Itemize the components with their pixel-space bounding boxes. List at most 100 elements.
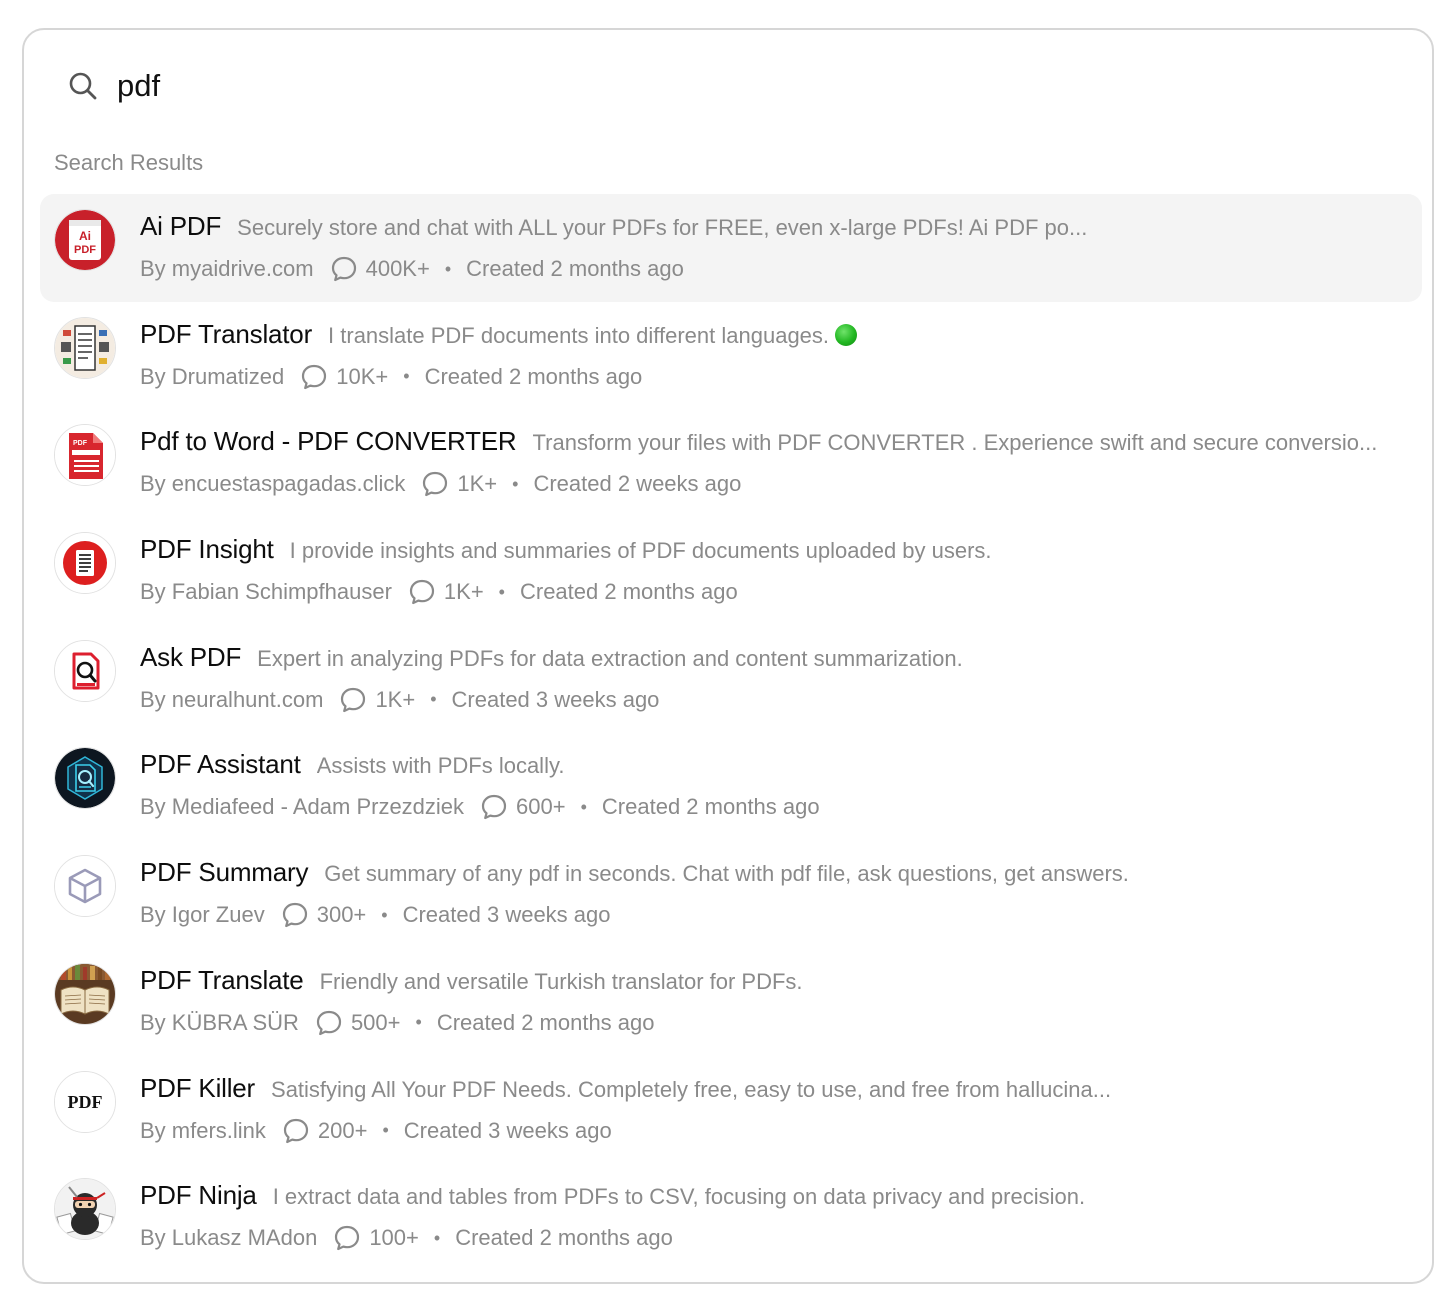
result-description: Assists with PDFs locally. [316, 753, 565, 779]
result-item-ai-pdf[interactable]: Ai PDF Ai PDF Securely store and chat wi… [40, 194, 1422, 302]
result-author: By Mediafeed - Adam Przezdziek [140, 794, 465, 820]
result-item-pdf-killer[interactable]: PDF PDF Killer Satisfying All Your PDF N… [40, 1056, 1422, 1164]
conversation-count: 100+ [369, 1225, 419, 1251]
result-item-pdf-translator[interactable]: PDF Translator I translate PDF documents… [40, 302, 1422, 410]
created-date: Created 2 months ago [436, 1009, 655, 1035]
result-item-pdf-summary[interactable]: PDF Summary Get summary of any pdf in se… [40, 840, 1422, 948]
result-item-pdf-converter[interactable]: PDF Pdf to Word - PDF CONVERTER Transfor… [40, 409, 1422, 517]
result-description: Get summary of any pdf in seconds. Chat … [324, 861, 1129, 887]
result-author: By encuestaspagadas.click [140, 471, 406, 497]
chat-bubble-icon [480, 793, 508, 821]
result-author: By KÜBRA SÜR [140, 1009, 299, 1035]
result-description: Transform your files with PDF CONVERTER … [532, 430, 1378, 456]
search-input[interactable] [117, 68, 717, 104]
result-item-pdf-assistant[interactable]: PDF Assistant Assists with PDFs locally.… [40, 732, 1422, 840]
result-author: By Drumatized [140, 363, 285, 389]
search-bar[interactable] [68, 66, 717, 106]
result-name: Ai PDF [140, 211, 222, 241]
result-name: PDF Assistant [140, 749, 301, 780]
pdf-converter-logo: PDF [54, 424, 116, 487]
conversation-count: 400K+ [365, 256, 430, 281]
results-list: Ai PDF Ai PDF Securely store and chat wi… [40, 194, 1422, 1271]
conversation-count: 10K+ [336, 363, 389, 389]
result-description: Securely store and chat with ALL your PD… [237, 215, 1088, 240]
result-author: By Igor Zuev [140, 902, 265, 928]
separator-dot: • [433, 1227, 441, 1248]
pdf-killer-logo: PDF [54, 1070, 116, 1133]
created-date: Created 2 weeks ago [533, 471, 742, 497]
pdf-translate-logo [54, 962, 116, 1025]
conversation-count: 200+ [317, 1117, 368, 1143]
svg-text:PDF: PDF [73, 440, 88, 447]
created-date: Created 2 months ago [466, 256, 684, 281]
created-date: Created 2 months ago [455, 1225, 673, 1251]
created-date: Created 3 weeks ago [403, 1117, 612, 1143]
svg-text:PDF: PDF [74, 244, 96, 256]
svg-text:Ai: Ai [79, 229, 91, 243]
created-date: Created 3 weeks ago [402, 902, 611, 928]
result-description: I provide insights and summaries of PDF … [289, 538, 992, 564]
ai-pdf-logo: Ai PDF [54, 209, 116, 271]
chat-bubble-icon [408, 578, 436, 606]
result-author: By Fabian Schimpfhauser [140, 579, 392, 605]
result-author: By myaidrive.com [140, 256, 314, 281]
result-author: By mfers.link [140, 1117, 266, 1143]
result-description: Friendly and versatile Turkish translato… [319, 968, 803, 994]
pdf-assistant-logo [54, 747, 116, 810]
pdf-translator-logo [54, 316, 116, 379]
green-circle-emoji [835, 323, 858, 346]
separator-dot: • [512, 473, 519, 494]
pdf-killer-logo-text: PDF [68, 1092, 103, 1112]
section-label: Search Results [54, 150, 204, 175]
conversation-count: 1K+ [443, 579, 484, 605]
search-dialog: Search Results Ai PDF Ai PDF Securely st… [22, 28, 1434, 1284]
conversation-count: 500+ [350, 1009, 401, 1035]
separator-dot: • [430, 689, 437, 710]
result-item-ask-pdf[interactable]: Ask PDF Expert in analyzing PDFs for dat… [40, 625, 1422, 733]
separator-dot: • [498, 581, 505, 602]
created-date: Created 2 months ago [601, 794, 820, 820]
conversation-count: 300+ [316, 902, 367, 928]
result-description: I extract data and tables from PDFs to C… [272, 1184, 1086, 1210]
conversation-count: 1K+ [375, 686, 416, 712]
created-date: Created 2 months ago [424, 363, 643, 389]
pdf-insight-logo [54, 532, 116, 595]
result-author: By neuralhunt.com [140, 686, 324, 712]
chat-bubble-icon [333, 1224, 361, 1252]
result-item-pdf-insight[interactable]: PDF Insight I provide insights and summa… [40, 517, 1422, 625]
chat-bubble-icon [300, 363, 328, 391]
result-name: PDF Summary [140, 857, 309, 888]
result-item-pdf-translate[interactable]: PDF Translate Friendly and versatile Tur… [40, 948, 1422, 1056]
result-item-pdf-ninja[interactable]: PDF Ninja I extract data and tables from… [40, 1163, 1422, 1271]
result-name: PDF Insight [140, 534, 274, 565]
chat-bubble-icon [330, 255, 358, 283]
search-icon [68, 71, 98, 101]
created-date: Created 2 months ago [519, 579, 738, 605]
result-author: By Lukasz MAdon [140, 1225, 318, 1251]
chat-bubble-icon [282, 1117, 310, 1145]
result-description: Expert in analyzing PDFs for data extrac… [257, 645, 963, 671]
cube-icon [54, 855, 116, 918]
result-name: PDF Translate [140, 964, 304, 995]
separator-dot: • [444, 258, 452, 279]
ask-pdf-logo [54, 639, 116, 702]
result-name: PDF Ninja [140, 1180, 257, 1211]
result-name: Ask PDF [140, 641, 242, 672]
separator-dot: • [381, 904, 388, 925]
chat-bubble-icon [421, 470, 449, 498]
chat-bubble-icon [315, 1009, 343, 1037]
result-description: Satisfying All Your PDF Needs. Completel… [271, 1076, 1112, 1102]
chat-bubble-icon [339, 686, 367, 714]
result-description: I translate PDF documents into different… [328, 322, 858, 349]
result-description-text: I translate PDF documents into different… [328, 322, 830, 348]
separator-dot: • [382, 1120, 389, 1140]
pdf-ninja-logo [54, 1178, 116, 1241]
result-name: PDF Translator [140, 318, 313, 349]
conversation-count: 600+ [516, 794, 566, 820]
result-name: Pdf to Word - PDF CONVERTER [140, 426, 517, 457]
separator-dot: • [580, 796, 587, 817]
result-name: PDF Killer [140, 1072, 256, 1103]
created-date: Created 3 weeks ago [451, 686, 660, 712]
separator-dot: • [403, 366, 410, 387]
chat-bubble-icon [281, 901, 309, 929]
